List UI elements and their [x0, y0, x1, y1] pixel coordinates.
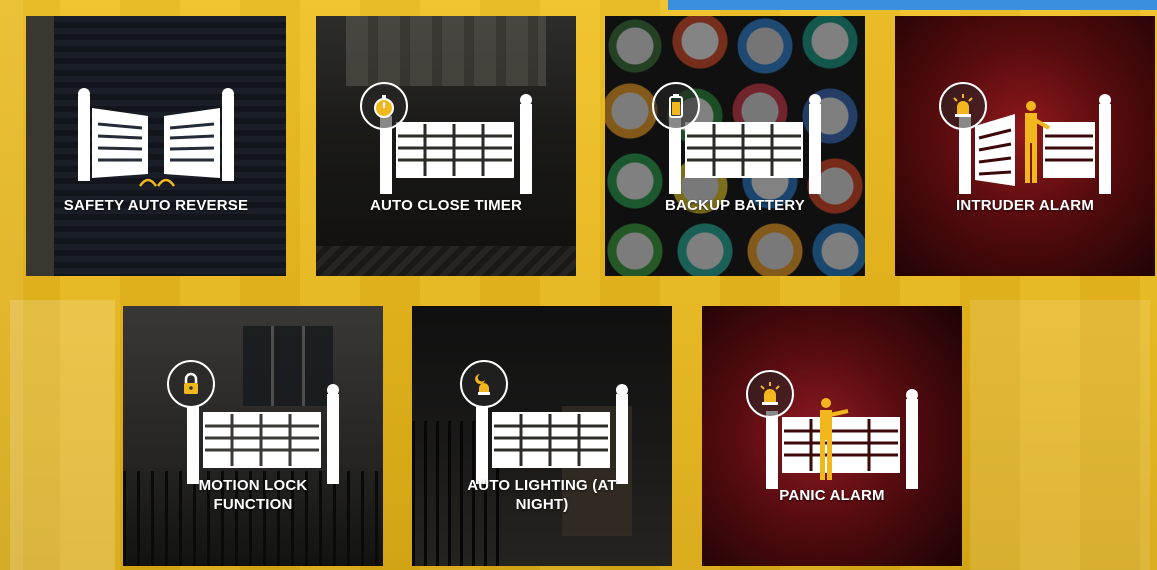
feature-tile-intruder-alarm[interactable]: INTRUDER ALARM — [895, 16, 1155, 276]
accent-bar — [668, 0, 1157, 10]
feature-label: AUTO LIGHTING (AT NIGHT) — [467, 477, 617, 513]
feature-label: BACKUP BATTERY — [664, 197, 806, 214]
feature-label: SAFETY AUTO REVERSE — [63, 197, 249, 214]
night-lamp-icon — [460, 360, 508, 408]
padlock-icon — [167, 360, 215, 408]
feature-tile-backup-battery[interactable]: BACKUP BATTERY — [605, 16, 865, 276]
siren-icon — [746, 370, 794, 418]
feature-tile-auto-lighting[interactable]: AUTO LIGHTING (AT NIGHT) — [412, 306, 672, 566]
battery-icon — [652, 82, 700, 130]
feature-label: INTRUDER ALARM — [955, 197, 1095, 214]
background-house-right — [970, 300, 1150, 570]
siren-icon — [939, 82, 987, 130]
swing-gate-reverse-icon — [78, 88, 234, 187]
feature-tile-panic-alarm[interactable]: PANIC ALARM — [702, 306, 962, 566]
feature-label: AUTO CLOSE TIMER — [369, 197, 523, 214]
background-house-left — [10, 300, 115, 570]
feature-tile-auto-close-timer[interactable]: AUTO CLOSE TIMER — [316, 16, 576, 276]
feature-label: PANIC ALARM — [779, 487, 885, 504]
stopwatch-icon — [360, 82, 408, 130]
feature-tile-safety-auto-reverse[interactable]: SAFETY AUTO REVERSE — [26, 16, 286, 276]
feature-tile-motion-lock-function[interactable]: MOTION LOCK FUNCTION — [123, 306, 383, 566]
feature-label: MOTION LOCK FUNCTION — [198, 477, 308, 513]
